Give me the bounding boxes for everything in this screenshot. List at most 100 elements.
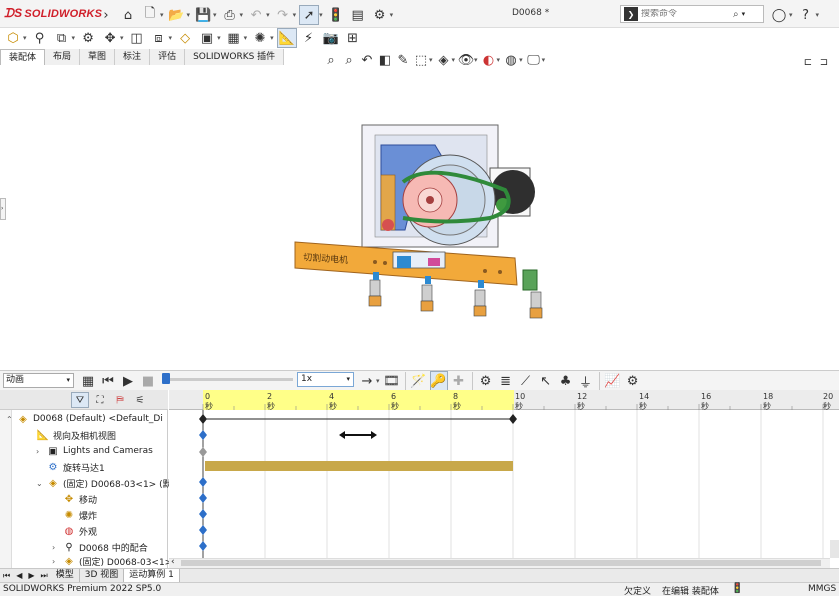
mate-icon[interactable]: ⚲	[30, 28, 50, 48]
rebuild-status-icon[interactable]: 🚦	[731, 583, 743, 594]
timeline-vertical-scrollbar[interactable]	[830, 540, 839, 558]
playback-speed-select[interactable]: 1x ▾	[297, 372, 354, 387]
expand-arrow-icon[interactable]: ›	[52, 557, 62, 566]
assembly-features-icon[interactable]: ⧈	[149, 28, 169, 48]
tree-scrollbar[interactable]	[0, 410, 12, 568]
calculate-icon[interactable]: ▦	[79, 371, 97, 391]
insert-component-icon[interactable]: ⬡	[3, 28, 23, 48]
tree-root-item[interactable]: ⌃ ◈ D0068 (Default) <Default_Di	[6, 411, 163, 427]
editing-status: 在编辑 装配体	[662, 587, 719, 597]
expand-menu-icon[interactable]: ›	[96, 5, 116, 25]
select-icon[interactable]: ➚	[299, 5, 320, 25]
tree-item-explode[interactable]: ✺ 爆炸	[62, 507, 97, 523]
save-animation-icon[interactable]: 🎞	[383, 371, 401, 391]
tab-addins[interactable]: SOLIDWORKS 插件	[185, 49, 285, 65]
smart-fasteners-icon[interactable]: ⚙	[78, 28, 98, 48]
panel-expand-handle[interactable]: ›	[0, 198, 6, 220]
spring-icon[interactable]: ≣	[497, 371, 515, 391]
print-icon[interactable]: ⎙	[220, 5, 240, 25]
tree-item-lights-cameras[interactable]: › ▣ Lights and Cameras	[36, 443, 153, 459]
redo-icon[interactable]: ↷	[273, 5, 293, 25]
scrollbar-thumb[interactable]	[181, 560, 821, 566]
stop-icon[interactable]: ■	[139, 371, 157, 391]
study-properties-icon[interactable]: ⚙	[624, 371, 642, 391]
tree-item-mates[interactable]: › ⚲ D0068 中的配合	[52, 539, 148, 555]
motor-icon[interactable]: ⚙	[477, 371, 495, 391]
tree-item-fixed-component-2[interactable]: › ◈ (固定) D0068-03<1>	[52, 555, 172, 568]
tab-nav-last-icon[interactable]: ⏭	[38, 571, 51, 581]
tab-motion-study-1[interactable]: 运动算例 1	[124, 568, 180, 583]
tab-nav-next-icon[interactable]: ▶	[25, 571, 37, 580]
rebuild-icon[interactable]: 🚦	[326, 5, 346, 25]
reference-geometry-icon[interactable]: ◇	[175, 28, 195, 48]
move-component-icon[interactable]: ✥	[100, 28, 120, 48]
play-icon[interactable]: ▶	[119, 371, 137, 391]
search-icon[interactable]: ⌕	[733, 9, 739, 20]
assembly-model-view[interactable]: 切割动电机	[285, 120, 555, 320]
solidworks-logo[interactable]: ᗪS SOLIDWORKS	[4, 6, 102, 21]
tab-sketch[interactable]: 草图	[80, 49, 116, 65]
chevron-down-icon: ▾	[66, 376, 70, 384]
new-document-icon[interactable]: 🗋	[140, 5, 160, 25]
tree-item-view-camera[interactable]: 📐 视向及相机视图	[36, 427, 116, 443]
version-text: SOLIDWORKS Premium 2022 SP5.0	[3, 584, 162, 594]
take-snapshot-icon[interactable]: 📷	[321, 28, 341, 48]
scroll-left-icon[interactable]: ‹	[171, 557, 175, 567]
undo-icon[interactable]: ↶	[246, 5, 266, 25]
units-selector[interactable]: MMGS	[808, 584, 836, 594]
tab-nav-first-icon[interactable]: ⏮	[0, 571, 13, 581]
linear-pattern-icon[interactable]: ⧉	[52, 28, 72, 48]
appearance-icon: ◍	[64, 525, 74, 537]
file-properties-icon[interactable]: ▤	[348, 5, 368, 25]
tree-item-move[interactable]: ✥ 移动	[62, 491, 97, 507]
tab-nav-prev-icon[interactable]: ◀	[13, 571, 25, 580]
filter-icon[interactable]: ⛛	[71, 392, 89, 408]
large-assembly-icon[interactable]: ⊞	[343, 28, 363, 48]
autokey-icon[interactable]: 🔑	[429, 371, 448, 391]
home-icon[interactable]: ⌂	[118, 5, 138, 25]
expand-arrow-icon[interactable]: ›	[36, 447, 46, 456]
search-box[interactable]: ❯ ⌕ ▾	[620, 5, 764, 23]
exploded-view-icon[interactable]: ✺	[250, 28, 270, 48]
timeline-tracks[interactable]	[169, 400, 839, 568]
playback-mode-icon[interactable]: →	[358, 371, 376, 391]
contact-icon[interactable]: ♣	[557, 371, 575, 391]
tree-item-appearance[interactable]: ◍ 外观	[62, 523, 97, 539]
save-icon[interactable]: 💾	[193, 5, 213, 25]
tab-model[interactable]: 模型	[51, 568, 80, 583]
instant3d-icon[interactable]: 📐	[276, 28, 297, 48]
tab-assembly[interactable]: 装配体	[0, 49, 46, 65]
slider-thumb[interactable]	[162, 373, 170, 384]
tab-3d-views[interactable]: 3D 视图	[80, 568, 125, 583]
damper-icon[interactable]: ⟋	[517, 371, 535, 391]
study-type-select[interactable]: 动画 ▾	[3, 373, 74, 388]
filter-animated-icon[interactable]: ⛶	[91, 392, 109, 408]
collapse-arrow-icon[interactable]: ⌄	[36, 479, 46, 488]
tab-evaluate[interactable]: 评估	[150, 49, 186, 65]
show-hidden-icon[interactable]: ◫	[127, 28, 147, 48]
tab-markup[interactable]: 标注	[115, 49, 151, 65]
tree-item-fixed-component[interactable]: ⌄ ◈ (固定) D0068-03<1> (默认	[36, 475, 181, 491]
add-key-icon[interactable]: ✚	[450, 371, 468, 391]
tab-layout[interactable]: 布局	[45, 49, 81, 65]
gravity-icon[interactable]: ⏚	[577, 371, 595, 391]
results-plots-icon[interactable]: 📈	[604, 371, 622, 391]
playback-slider[interactable]	[165, 378, 293, 381]
force-icon[interactable]: ↖	[537, 371, 555, 391]
search-input[interactable]	[641, 9, 731, 19]
update-speedpak-icon[interactable]: ⚡	[299, 28, 319, 48]
filter-selected-icon[interactable]: ⚟	[131, 392, 149, 408]
new-motion-study-icon[interactable]: ▣	[197, 28, 217, 48]
expand-arrow-icon[interactable]: ›	[52, 543, 62, 552]
animation-wizard-icon[interactable]: 🪄	[410, 371, 428, 391]
user-icon[interactable]: ◯	[769, 5, 789, 25]
chevron-down-icon[interactable]: ▾	[742, 10, 746, 18]
help-icon[interactable]: ?	[796, 5, 816, 25]
play-from-start-icon[interactable]: ⏮	[99, 371, 117, 391]
options-gear-icon[interactable]: ⚙	[370, 5, 390, 25]
bill-of-materials-icon[interactable]: ▦	[224, 28, 244, 48]
tree-item-rotary-motor[interactable]: ⚙ 旋转马达1	[46, 459, 105, 475]
filter-driving-icon[interactable]: ⛿	[111, 392, 129, 408]
open-icon[interactable]: 📂	[167, 5, 187, 25]
collapse-arrow-icon[interactable]: ⌃	[6, 415, 16, 424]
